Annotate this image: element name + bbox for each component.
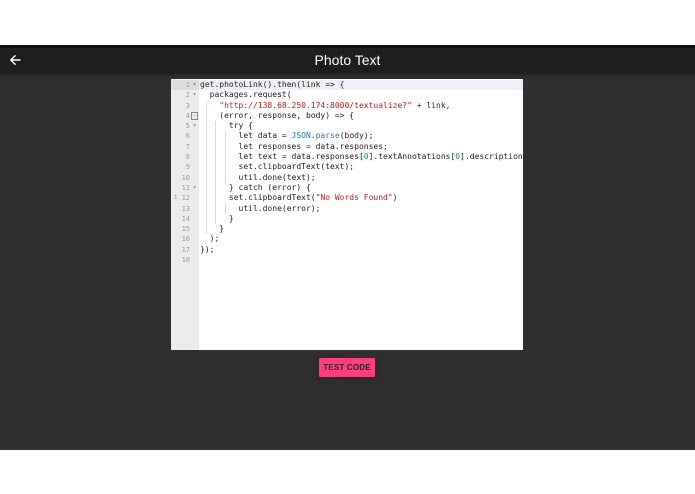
- code-text: });: [200, 244, 215, 254]
- code-text: let responses = data.responses;: [200, 141, 388, 151]
- code-line[interactable]: 2 ▾ packages.request(: [171, 90, 523, 100]
- code-text: util.done(text);: [200, 172, 316, 182]
- line-number: 10: [181, 173, 190, 182]
- code-text: let text = data.responses[0].textAnnotat…: [200, 152, 523, 162]
- code-text: try {: [200, 121, 253, 131]
- code-text: } catch (error) {: [200, 182, 311, 192]
- code-line[interactable]: 3 "http://138.68.250.174:8000/textualize…: [171, 100, 523, 111]
- app-header: Photo Text: [0, 48, 695, 73]
- line-number: 18: [181, 256, 190, 265]
- code-text: packages.request(: [200, 90, 292, 100]
- code-line[interactable]: 1 ▾ get.photoLink().then(link => {: [171, 80, 523, 91]
- test-code-button[interactable]: TEST CODE: [319, 358, 375, 377]
- fold-toggle-icon[interactable]: ▾: [191, 90, 198, 100]
- code-text: }: [200, 213, 234, 223]
- code-text: set.clipboardText("No Words Found"): [200, 193, 398, 203]
- code-line[interactable]: 15 }: [171, 224, 523, 235]
- code-text: "http://138.68.250.174:8000/textualize?"…: [219, 100, 451, 110]
- line-number: 8: [185, 153, 190, 162]
- code-editor[interactable]: 1 ▾ get.photoLink().then(link => {2 ▾ packa…: [171, 79, 523, 350]
- fold-toggle-icon[interactable]: ▾: [191, 80, 198, 90]
- code-line[interactable]: 13 util.done(error);: [171, 203, 523, 214]
- code-text: (error, response, body) => {: [200, 110, 355, 120]
- line-number: 16: [181, 235, 190, 244]
- code-line[interactable]: 12 i set.clipboardText("No Words Found"): [171, 193, 523, 204]
- code-line[interactable]: 17});: [171, 245, 523, 255]
- fold-toggle-icon[interactable]: ▾: [191, 183, 198, 193]
- line-number: 9: [185, 163, 190, 172]
- line-number: 13: [181, 204, 190, 213]
- line-number: 7: [185, 142, 190, 151]
- line-number: 6: [185, 132, 190, 141]
- code-line[interactable]: 11 ▾ } catch (error) {: [171, 182, 523, 194]
- line-number: 3: [185, 101, 190, 110]
- fold-toggle-icon[interactable]: −: [191, 111, 198, 120]
- line-number: 15: [181, 225, 190, 234]
- code-line[interactable]: 8 let text = data.responses[0].textAnnot…: [171, 152, 523, 163]
- app-window: Photo Text 1 ▾ get.photoLink().then(link =…: [0, 48, 695, 450]
- code-line[interactable]: 7 let responses = data.responses;: [171, 141, 523, 153]
- code-line[interactable]: 14 }: [171, 213, 523, 225]
- code-line[interactable]: 6 let data = JSON.parse(body);: [171, 131, 523, 142]
- code-line[interactable]: 5 ▾ try {: [171, 121, 523, 132]
- code-line[interactable]: 9 set.clipboardText(text);: [171, 162, 523, 173]
- code-text: util.done(error);: [200, 203, 321, 213]
- page-title: Photo Text: [314, 52, 381, 68]
- code-text: }: [200, 224, 225, 234]
- line-number: 17: [181, 245, 190, 254]
- code-text: let data = JSON.parse(body);: [200, 131, 374, 141]
- code-line[interactable]: 16 );: [171, 234, 523, 244]
- code-lines[interactable]: 1 ▾ get.photoLink().then(link => {2 ▾ packa…: [171, 80, 523, 265]
- fold-toggle-icon[interactable]: ▾: [191, 121, 198, 131]
- top-whitespace: [0, 0, 695, 45]
- code-line[interactable]: 18: [171, 255, 523, 265]
- code-text: get.photoLink().then(link => {: [200, 80, 345, 89]
- info-annotation-icon: i: [174, 194, 178, 202]
- code-text: );: [200, 234, 220, 244]
- code-line[interactable]: 4− (error, response, body) => {: [171, 110, 523, 122]
- code-line[interactable]: 10 util.done(text);: [171, 172, 523, 183]
- line-number: 14: [181, 214, 190, 223]
- code-text: set.clipboardText(text);: [200, 162, 355, 172]
